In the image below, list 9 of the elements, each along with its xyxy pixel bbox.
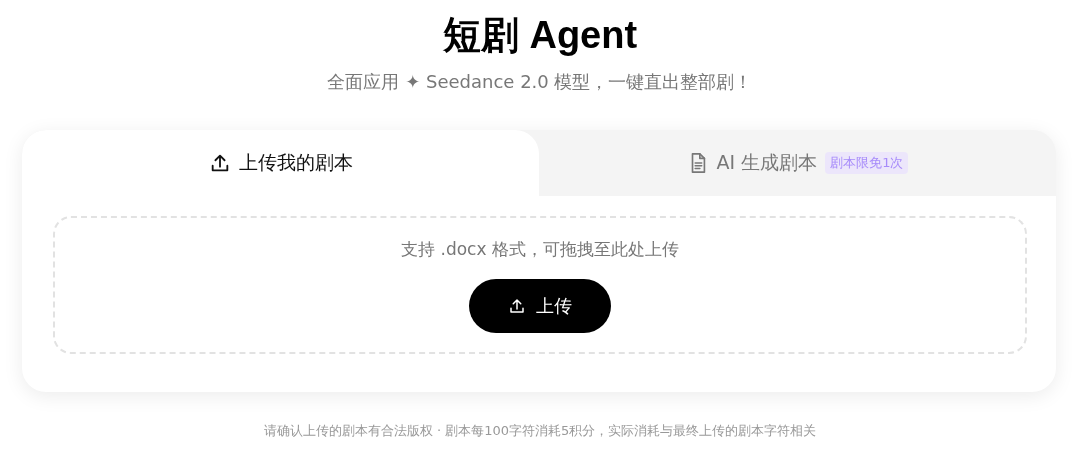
subtitle: 全面应用 ✦ Seedance 2.0 模型，一键直出整部剧！ — [327, 70, 753, 94]
page-title: 短剧 Agent — [442, 13, 638, 58]
free-badge: 剧本限免1次 — [825, 152, 909, 174]
tab[interactable]: 上传我的剧本 — [22, 130, 539, 196]
upload-icon — [508, 297, 526, 315]
upload-button[interactable]: 上传 — [469, 279, 611, 333]
drop-zone[interactable]: 支持 .docx 格式，可拖拽至此处上传 上传 — [53, 216, 1027, 354]
footer-note: 请确认上传的剧本有合法版权 · 剧本每100字符消耗5积分，实际消耗与最终上传的剧本字符相关 — [262, 422, 818, 440]
drop-hint: 支持 .docx 格式，可拖拽至此处上传 — [401, 238, 679, 261]
